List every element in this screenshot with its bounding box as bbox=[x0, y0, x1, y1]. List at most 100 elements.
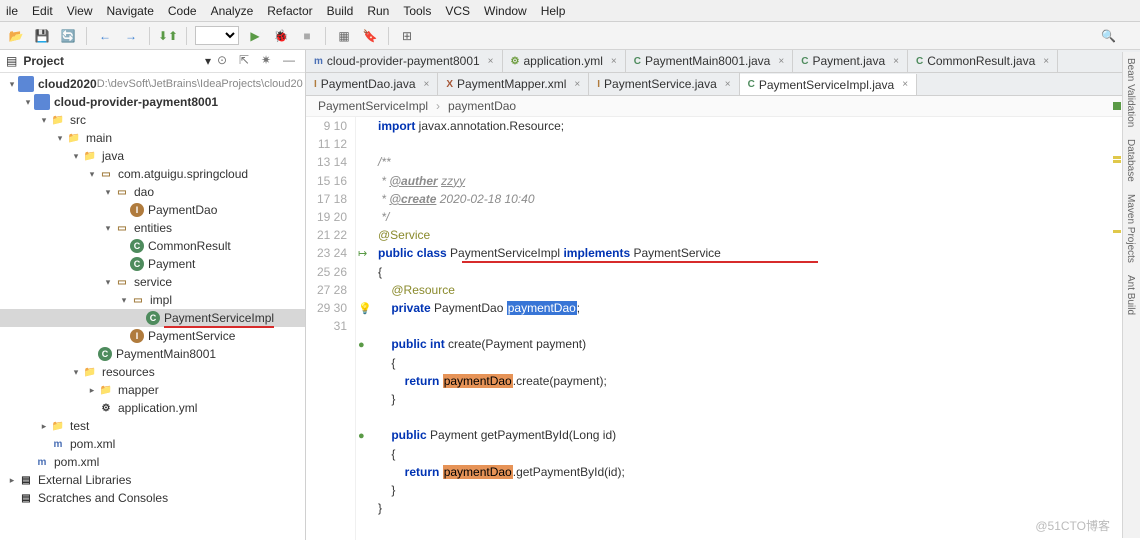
tree-node-src[interactable]: ▾📁src bbox=[0, 111, 305, 129]
code-line[interactable]: @Resource​ bbox=[378, 281, 1140, 299]
code-line[interactable]: public int create(Payment payment)​ bbox=[378, 335, 1140, 353]
code-line[interactable]: return paymentDao.getPaymentById(id);​ bbox=[378, 463, 1140, 481]
close-icon[interactable]: × bbox=[574, 79, 580, 90]
tree-node-PaymentServiceImpl[interactable]: ▸CPaymentServiceImpl bbox=[0, 309, 305, 327]
code-line[interactable]: */​ bbox=[378, 208, 1140, 226]
debug-icon[interactable]: 🐞 bbox=[271, 26, 291, 46]
menu-tools[interactable]: Tools bbox=[403, 4, 431, 18]
tree-node-External-Libraries[interactable]: ▸▤External Libraries bbox=[0, 471, 305, 489]
close-icon[interactable]: × bbox=[725, 79, 731, 90]
tree-arrow-icon[interactable]: ▾ bbox=[102, 277, 114, 288]
menu-edit[interactable]: Edit bbox=[32, 4, 53, 18]
editor-tab[interactable]: ⚙application.yml× bbox=[503, 50, 626, 72]
intention-bulb-icon[interactable]: 💡 bbox=[358, 300, 372, 314]
editor-tab[interactable]: XPaymentMapper.xml× bbox=[438, 73, 589, 95]
code-line[interactable]: {​ bbox=[378, 354, 1140, 372]
search-everywhere-icon[interactable]: 🔍 bbox=[1101, 29, 1116, 43]
forward-icon[interactable]: → bbox=[121, 26, 141, 46]
tree-node-application-yml[interactable]: ▸⚙application.yml bbox=[0, 399, 305, 417]
menu-refactor[interactable]: Refactor bbox=[267, 4, 312, 18]
tree-node-entities[interactable]: ▾▭entities bbox=[0, 219, 305, 237]
code-line[interactable]: public class PaymentServiceImpl implemen… bbox=[378, 244, 1140, 262]
tree-node-dao[interactable]: ▾▭dao bbox=[0, 183, 305, 201]
menu-view[interactable]: View bbox=[67, 4, 93, 18]
tree-node-PaymentService[interactable]: ▸IPaymentService bbox=[0, 327, 305, 345]
side-tool-database[interactable]: Database bbox=[1123, 133, 1138, 188]
tree-arrow-icon[interactable]: ▾ bbox=[86, 169, 98, 180]
tree-node-PaymentMain8001[interactable]: ▸CPaymentMain8001 bbox=[0, 345, 305, 363]
close-icon[interactable]: × bbox=[778, 56, 784, 67]
code-line[interactable]: public Payment getPaymentById(Long id)​ bbox=[378, 426, 1140, 444]
breadcrumb-member[interactable]: paymentDao bbox=[448, 99, 524, 113]
code-line[interactable]: * @create 2020-02-18 10:40​ bbox=[378, 190, 1140, 208]
editor-tab[interactable]: CCommonResult.java× bbox=[908, 50, 1058, 72]
code-line[interactable]: ​ bbox=[378, 135, 1140, 153]
tree-arrow-icon[interactable]: ▾ bbox=[102, 187, 114, 198]
tree-node-com-atguigu-springcloud[interactable]: ▾▭com.atguigu.springcloud bbox=[0, 165, 305, 183]
close-icon[interactable]: × bbox=[488, 56, 494, 67]
code-line[interactable]: {​ bbox=[378, 445, 1140, 463]
code-editor[interactable]: 9 10 11 12 13 14 15 16 17 18 19 20 21 22… bbox=[306, 117, 1140, 540]
tree-arrow-icon[interactable]: ▸ bbox=[38, 421, 50, 432]
tree-arrow-icon[interactable]: ▾ bbox=[38, 115, 50, 126]
override-icon[interactable]: ● bbox=[358, 427, 372, 441]
side-tool-ant[interactable]: Ant Build bbox=[1123, 269, 1138, 321]
tree-node-pom-xml[interactable]: ▸mpom.xml bbox=[0, 453, 305, 471]
tree-node-PaymentDao[interactable]: ▸IPaymentDao bbox=[0, 201, 305, 219]
side-tool-maven[interactable]: Maven Projects bbox=[1123, 188, 1138, 269]
code-line[interactable]: import javax.annotation.Resource;​ bbox=[378, 117, 1140, 135]
editor-tab[interactable]: CPaymentMain8001.java× bbox=[626, 50, 794, 72]
code-line[interactable]: ​ bbox=[378, 408, 1140, 426]
tree-node-Scratches-and-Consoles[interactable]: ▸▤Scratches and Consoles bbox=[0, 489, 305, 507]
menu-run[interactable]: Run bbox=[367, 4, 389, 18]
tree-arrow-icon[interactable]: ▸ bbox=[86, 385, 98, 396]
tree-node-cloud-provider-payment8001[interactable]: ▾cloud-provider-payment8001 bbox=[0, 93, 305, 111]
menu-vcs[interactable]: VCS bbox=[445, 4, 470, 18]
override-icon[interactable]: ● bbox=[358, 336, 372, 350]
open-icon[interactable]: 📂 bbox=[6, 26, 26, 46]
code-line[interactable]: return paymentDao.create(payment);​ bbox=[378, 372, 1140, 390]
run-config-combo[interactable] bbox=[195, 26, 239, 45]
close-icon[interactable]: × bbox=[1043, 56, 1049, 67]
code-line[interactable]: @Service​ bbox=[378, 226, 1140, 244]
menu-help[interactable]: Help bbox=[541, 4, 566, 18]
breadcrumb-class[interactable]: PaymentServiceImpl bbox=[318, 99, 440, 113]
menu-analyze[interactable]: Analyze bbox=[211, 4, 254, 18]
menu-build[interactable]: Build bbox=[327, 4, 354, 18]
code-line[interactable]: }​ bbox=[378, 390, 1140, 408]
hide-icon[interactable]: — bbox=[283, 53, 299, 69]
editor-tab[interactable]: mcloud-provider-payment8001× bbox=[306, 50, 503, 72]
editor-tab[interactable]: IPaymentDao.java× bbox=[306, 73, 438, 95]
chevron-down-icon[interactable]: ▾ bbox=[205, 54, 211, 68]
editor-tab[interactable]: IPaymentService.java× bbox=[589, 73, 739, 95]
editor-tab[interactable]: CPayment.java× bbox=[793, 50, 908, 72]
menu-file[interactable]: ile bbox=[6, 4, 18, 18]
back-icon[interactable]: ← bbox=[95, 26, 115, 46]
tree-node-Payment[interactable]: ▸CPayment bbox=[0, 255, 305, 273]
project-tree[interactable]: ▾cloud2020 D:\devSoft\JetBrains\IdeaProj… bbox=[0, 73, 305, 540]
tree-node-cloud2020[interactable]: ▾cloud2020 D:\devSoft\JetBrains\IdeaProj… bbox=[0, 75, 305, 93]
tree-node-impl[interactable]: ▾▭impl bbox=[0, 291, 305, 309]
tree-node-java[interactable]: ▾📁java bbox=[0, 147, 305, 165]
tree-arrow-icon[interactable]: ▾ bbox=[22, 97, 34, 108]
stop-icon[interactable]: ■ bbox=[297, 26, 317, 46]
locate-icon[interactable]: ⊙ bbox=[217, 53, 233, 69]
menu-window[interactable]: Window bbox=[484, 4, 527, 18]
tree-node-main[interactable]: ▾📁main bbox=[0, 129, 305, 147]
implements-icon[interactable]: ↦ bbox=[358, 245, 372, 259]
tree-arrow-icon[interactable]: ▾ bbox=[118, 295, 130, 306]
layout-icon[interactable]: ▦ bbox=[334, 26, 354, 46]
refresh-icon[interactable]: 🔄 bbox=[58, 26, 78, 46]
close-icon[interactable]: × bbox=[902, 79, 908, 90]
tree-arrow-icon[interactable]: ▾ bbox=[6, 79, 18, 90]
code-line[interactable]: }​ bbox=[378, 481, 1140, 499]
tree-arrow-icon[interactable]: ▾ bbox=[70, 367, 82, 378]
code-line[interactable]: /**​ bbox=[378, 153, 1140, 171]
error-stripe[interactable] bbox=[1112, 100, 1122, 536]
tree-node-pom-xml[interactable]: ▸mpom.xml bbox=[0, 435, 305, 453]
tree-node-resources[interactable]: ▾📁resources bbox=[0, 363, 305, 381]
collapse-icon[interactable]: ⇱ bbox=[239, 53, 255, 69]
menu-navigate[interactable]: Navigate bbox=[107, 4, 154, 18]
code-content[interactable]: import javax.annotation.Resource;​​/**​ … bbox=[374, 117, 1140, 540]
tree-node-test[interactable]: ▸📁test bbox=[0, 417, 305, 435]
